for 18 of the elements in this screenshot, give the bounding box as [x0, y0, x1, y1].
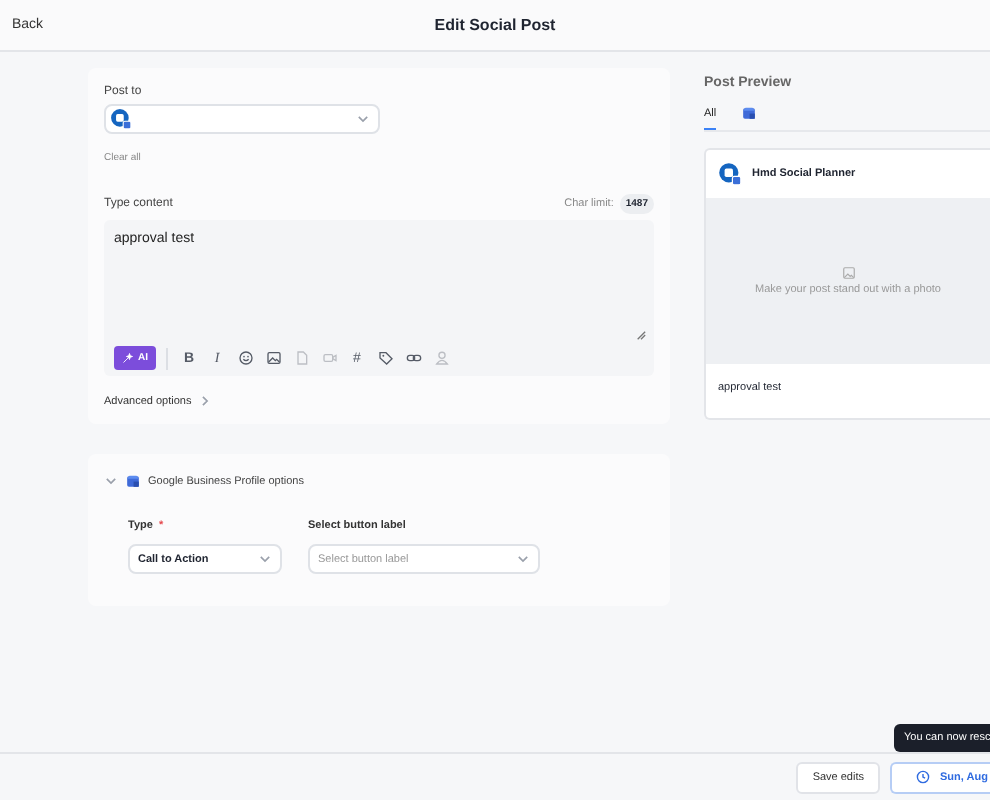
image-icon[interactable]: [262, 347, 284, 369]
chevron-down-icon: [258, 552, 272, 566]
sparkle-icon: [122, 352, 134, 364]
chevron-down-icon[interactable]: [104, 474, 118, 488]
resize-handle-icon[interactable]: [636, 330, 646, 340]
business-profile-icon: [126, 474, 140, 488]
image-icon: [841, 266, 855, 280]
account-avatar-icon: [718, 162, 742, 186]
clock-icon: [916, 770, 930, 784]
tag-icon[interactable]: [374, 347, 396, 369]
account-avatar-icon: [110, 108, 132, 130]
page-title: Edit Social Post: [434, 16, 556, 34]
emoji-icon[interactable]: [234, 347, 256, 369]
chevron-down-icon: [516, 552, 530, 566]
chevron-right-icon: [197, 394, 212, 408]
chevron-down-icon: [356, 112, 370, 126]
account-select[interactable]: [104, 104, 380, 134]
business-profile-icon: [742, 106, 757, 120]
